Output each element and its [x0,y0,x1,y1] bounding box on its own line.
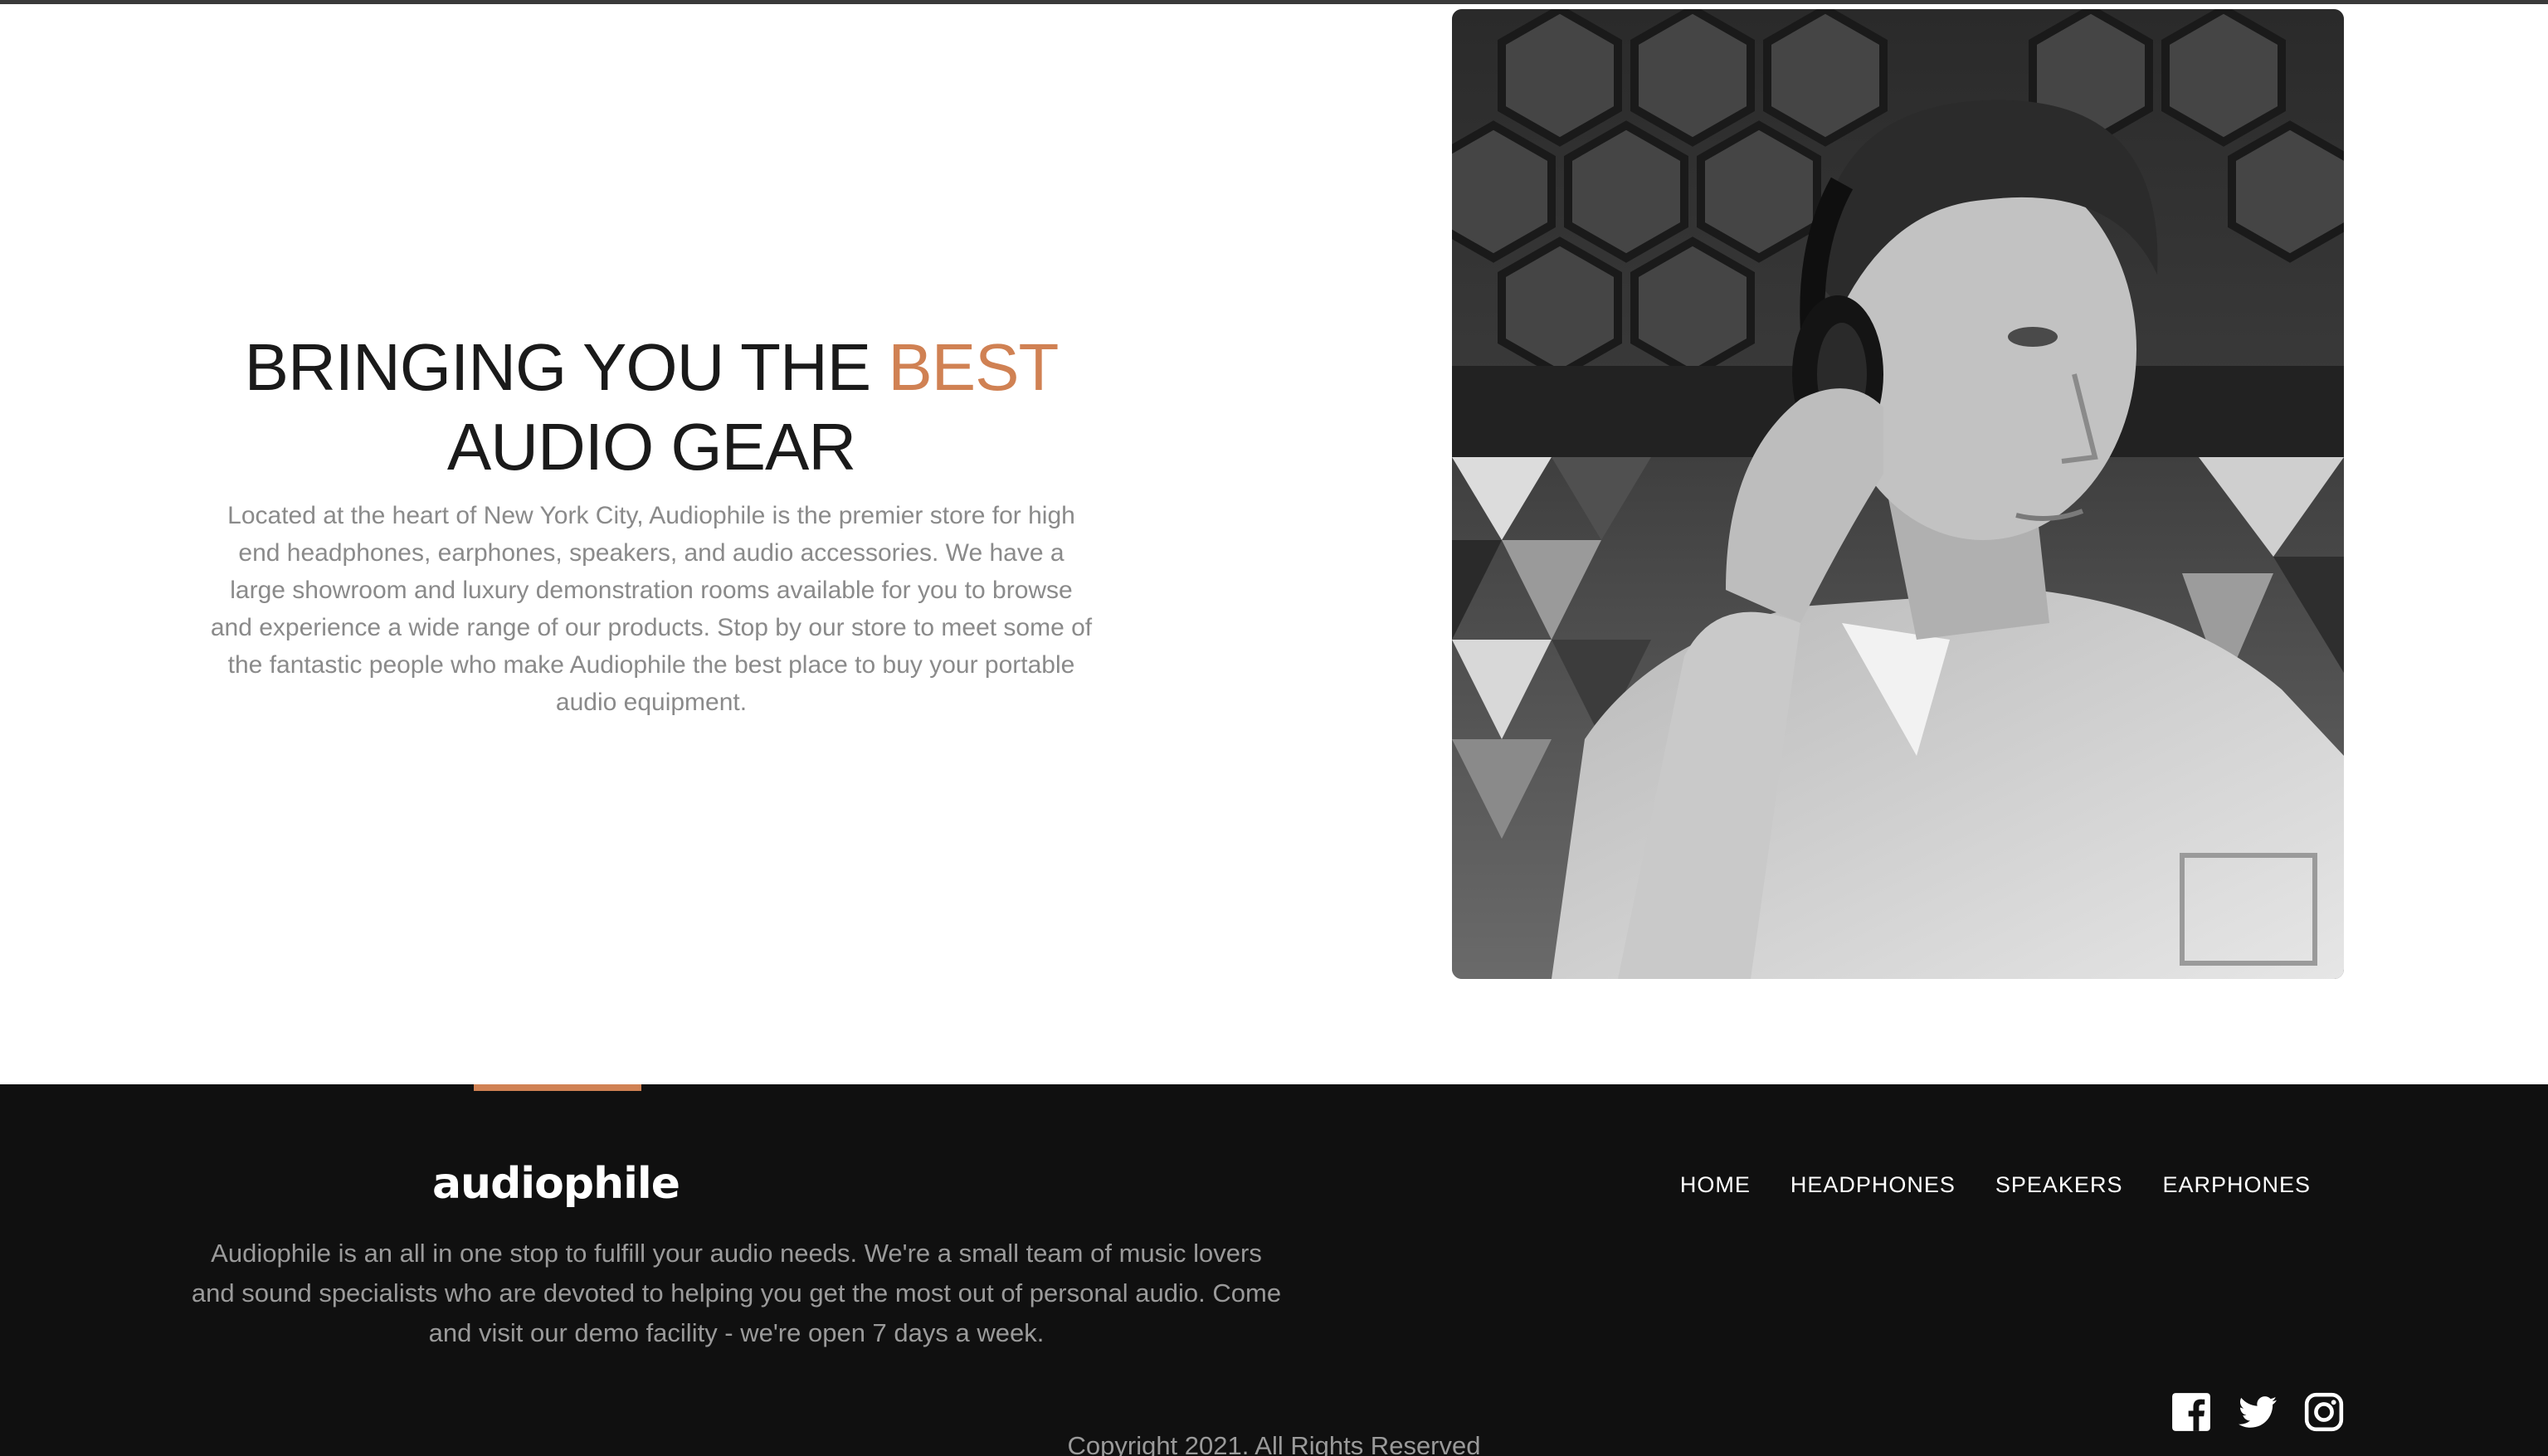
title-part1: BRINGING YOU THE [244,330,889,404]
footer-nav: HOME HEADPHONES SPEAKERS EARPHONES [1680,1172,2311,1198]
site-footer: audiophile Audiophile is an all in one s… [0,1084,2548,1456]
instagram-icon[interactable] [2303,1391,2345,1433]
copyright-text: Copyright 2021. All Rights Reserved [1067,1431,1481,1456]
twitter-icon[interactable] [2237,1391,2278,1433]
footer-accent-bar [474,1084,641,1091]
facebook-icon[interactable] [2170,1391,2212,1433]
top-border [0,0,2548,4]
footer-logo[interactable]: audiophile [390,1159,722,1209]
man-with-headphones-image [1452,9,2344,979]
social-links [2170,1391,2345,1433]
footer-nav-earphones[interactable]: EARPHONES [2162,1172,2311,1198]
title-part2: AUDIO GEAR [446,410,856,484]
title-accent: BEST [888,330,1059,404]
photo-illustration [1452,9,2344,979]
footer-nav-headphones[interactable]: HEADPHONES [1790,1172,1956,1198]
best-gear-description: Located at the heart of New York City, A… [210,502,1093,716]
footer-nav-home[interactable]: HOME [1680,1172,1751,1198]
best-gear-text: BRINGING YOU THE BEST AUDIO GEAR Located… [199,328,1103,721]
footer-description: Audiophile is an all in one stop to fulf… [191,1239,1282,1347]
best-gear-title: BRINGING YOU THE BEST AUDIO GEAR [199,328,1103,487]
footer-nav-speakers[interactable]: SPEAKERS [1995,1172,2123,1198]
